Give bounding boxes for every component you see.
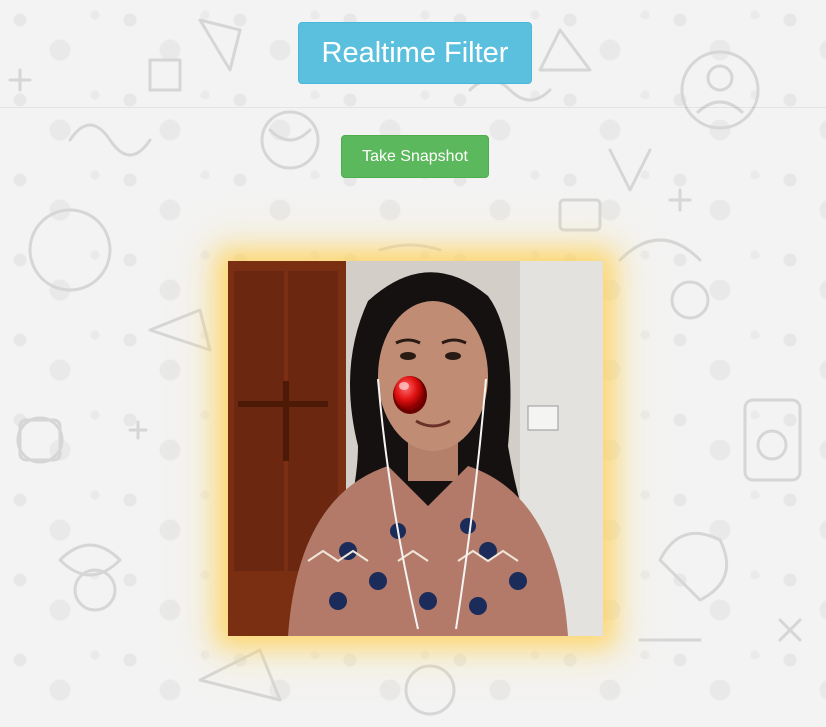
header-divider [0, 107, 826, 108]
red-nose-filter [393, 376, 427, 414]
power-socket [527, 405, 559, 431]
webcam-video-feed [228, 261, 603, 636]
page-title: Realtime Filter [298, 22, 532, 84]
face [378, 301, 488, 451]
take-snapshot-button[interactable]: Take Snapshot [341, 135, 489, 178]
